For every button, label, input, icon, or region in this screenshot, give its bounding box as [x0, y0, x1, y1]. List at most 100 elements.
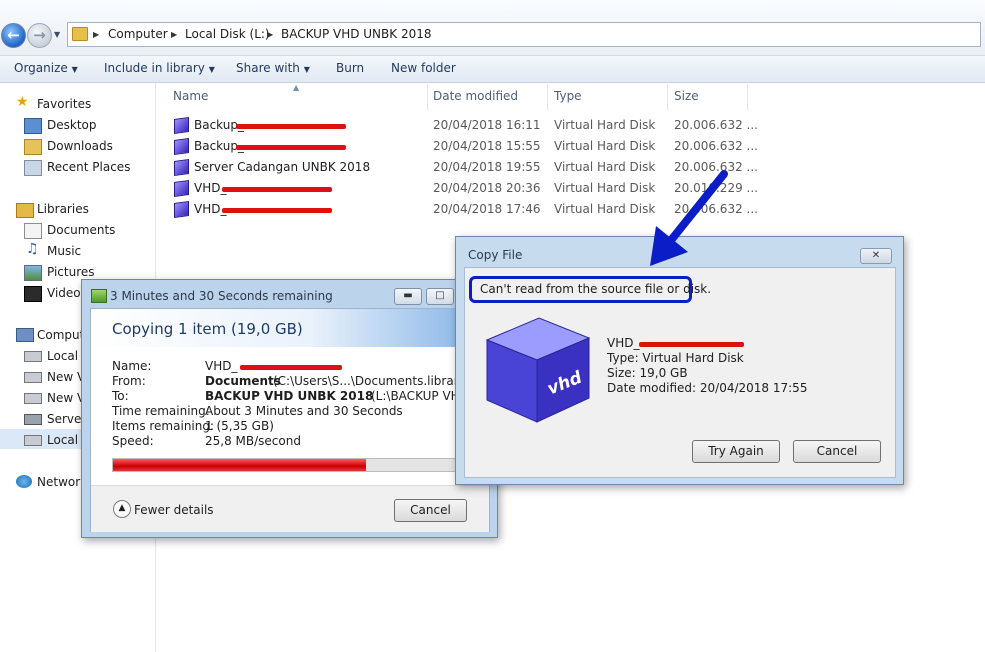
column-divider[interactable]	[667, 84, 668, 110]
maximize-button[interactable]: □	[426, 288, 454, 305]
vhd-cube-icon: vhd	[485, 317, 591, 423]
column-header-type[interactable]: Type	[554, 89, 582, 103]
try-again-button[interactable]: Try Again	[692, 440, 780, 463]
file-date: 20/04/2018 15:55	[433, 139, 541, 153]
nav-recent-places[interactable]: Recent Places	[47, 160, 130, 174]
copy-dialog-header: Copying 1 item (19,0 GB)	[91, 309, 489, 347]
column-divider[interactable]	[427, 84, 428, 110]
breadcrumb-computer[interactable]: Computer	[108, 27, 168, 41]
redaction-mark	[236, 145, 346, 150]
nav-network[interactable]: Network	[37, 475, 87, 489]
file-size: 20.006.632 ...	[674, 139, 758, 153]
maximize-icon: □	[435, 290, 445, 301]
nav-pictures[interactable]: Pictures	[47, 265, 95, 279]
column-header-size[interactable]: Size	[674, 89, 699, 103]
nav-desktop[interactable]: Desktop	[47, 118, 97, 132]
breadcrumb-separator-icon[interactable]: ▶	[171, 27, 177, 42]
error-message: Can't read from the source file or disk.	[480, 282, 712, 296]
minimize-button[interactable]: ▬	[394, 288, 422, 305]
command-bar: Organize ▼ Include in library ▼ Share wi…	[0, 56, 985, 83]
nav-libraries[interactable]: Libraries	[37, 202, 89, 216]
nav-downloads[interactable]: Downloads	[47, 139, 113, 153]
nav-new-volume[interactable]: New V	[47, 370, 85, 384]
annotation-highlight-box: Can't read from the source file or disk.	[469, 276, 711, 303]
name-label: Name:	[112, 359, 152, 373]
recent-pages-chevron-icon[interactable]: ▼	[54, 30, 60, 39]
file-size: 20.006.632 ...	[674, 118, 758, 132]
from-label: From:	[112, 374, 146, 388]
forward-button[interactable]: →	[27, 23, 52, 48]
nav-computer[interactable]: Comput	[37, 328, 84, 342]
address-box[interactable]: ▶ Computer ▶ Local Disk (L:) ▶ BACKUP VH…	[67, 22, 981, 47]
nav-documents[interactable]: Documents	[47, 223, 115, 237]
drive-icon	[24, 435, 42, 446]
time-remaining-value: About 3 Minutes and 30 Seconds	[205, 404, 403, 418]
error-file-date: Date modified: 20/04/2018 17:55	[607, 381, 808, 395]
include-in-library-menu[interactable]: Include in library ▼	[104, 61, 215, 75]
file-type: Virtual Hard Disk	[554, 118, 656, 132]
new-folder-button[interactable]: New folder	[391, 61, 456, 75]
include-in-library-label: Include in library	[104, 61, 205, 75]
music-note-icon: ♫	[26, 241, 39, 257]
breadcrumb-separator-icon[interactable]: ▶	[267, 27, 273, 42]
vhd-file-icon	[174, 137, 189, 156]
from-path: (C:\Users\S...\Documents.library-m	[273, 374, 482, 388]
share-with-label: Share with	[236, 61, 300, 75]
share-with-menu[interactable]: Share with ▼	[236, 61, 310, 75]
breadcrumb-separator-icon[interactable]: ▶	[93, 27, 99, 42]
breadcrumb-backup-folder[interactable]: BACKUP VHD UNBK 2018	[281, 27, 432, 41]
fewer-details-toggle[interactable]: Fewer details	[134, 503, 214, 517]
copy-progress-icon	[91, 289, 107, 303]
redaction-mark	[639, 342, 744, 347]
file-row[interactable]: Backup_ 20/04/2018 16:11 Virtual Hard Di…	[170, 116, 760, 135]
copy-dialog-body: Copying 1 item (19,0 GB) Name: VHD_ From…	[90, 308, 490, 532]
error-cancel-button[interactable]: Cancel	[793, 440, 881, 463]
nav-new-volume[interactable]: New V	[47, 391, 85, 405]
file-date: 20/04/2018 19:55	[433, 160, 541, 174]
error-dialog-body: Can't read from the source file or disk.…	[464, 267, 896, 478]
redaction-mark	[236, 124, 346, 129]
copy-cancel-button[interactable]: Cancel	[394, 499, 467, 522]
nav-music[interactable]: Music	[47, 244, 81, 258]
to-location[interactable]: BACKUP VHD UNBK 2018	[205, 389, 373, 403]
column-header-date-modified[interactable]: Date modified	[433, 89, 518, 103]
organize-label: Organize	[14, 61, 68, 75]
chevron-down-icon: ▼	[71, 65, 78, 74]
forward-arrow-icon: →	[33, 26, 46, 44]
minimize-icon: ▬	[403, 290, 413, 301]
close-button[interactable]: ✕	[860, 248, 892, 264]
column-header-name[interactable]: Name	[173, 89, 208, 103]
favorites-star-icon: ★	[16, 94, 29, 110]
chevron-up-icon[interactable]: ▲	[113, 500, 131, 518]
column-divider[interactable]	[747, 84, 748, 110]
burn-button[interactable]: Burn	[336, 61, 364, 75]
file-date: 20/04/2018 17:46	[433, 202, 541, 216]
sort-ascending-icon: ▲	[293, 83, 300, 92]
copy-progress-dialog[interactable]: 3 Minutes and 30 Seconds remaining ▬ □ C…	[81, 279, 498, 538]
redaction-mark	[222, 187, 332, 192]
copy-progress-fill	[113, 459, 367, 471]
file-name: Server Cadangan UNBK 2018	[194, 160, 371, 174]
vhd-file-icon	[174, 179, 189, 198]
items-remaining-value: 1 (5,35 GB)	[205, 419, 274, 433]
back-button[interactable]: ←	[1, 23, 26, 48]
file-date: 20/04/2018 20:36	[433, 181, 541, 195]
copy-dialog-footer: ▲ Fewer details Cancel	[91, 485, 489, 532]
pictures-icon	[24, 265, 42, 281]
column-divider[interactable]	[547, 84, 548, 110]
from-location[interactable]: Documents	[205, 374, 281, 388]
speed-label: Speed:	[112, 434, 154, 448]
file-row[interactable]: Backup_ 20/04/2018 15:55 Virtual Hard Di…	[170, 137, 760, 156]
organize-menu[interactable]: Organize ▼	[14, 61, 78, 75]
downloads-icon	[24, 139, 42, 155]
network-drive-icon	[24, 414, 42, 425]
nav-favorites[interactable]: Favorites	[37, 97, 91, 111]
drive-icon	[24, 351, 42, 362]
breadcrumb-local-disk[interactable]: Local Disk (L:)	[185, 27, 270, 41]
folder-icon	[72, 27, 88, 41]
drive-icon	[24, 372, 42, 383]
annotation-arrow-icon	[650, 170, 728, 266]
videos-icon	[24, 286, 42, 302]
copy-heading: Copying 1 item (19,0 GB)	[112, 320, 303, 338]
vhd-file-icon	[174, 200, 189, 219]
